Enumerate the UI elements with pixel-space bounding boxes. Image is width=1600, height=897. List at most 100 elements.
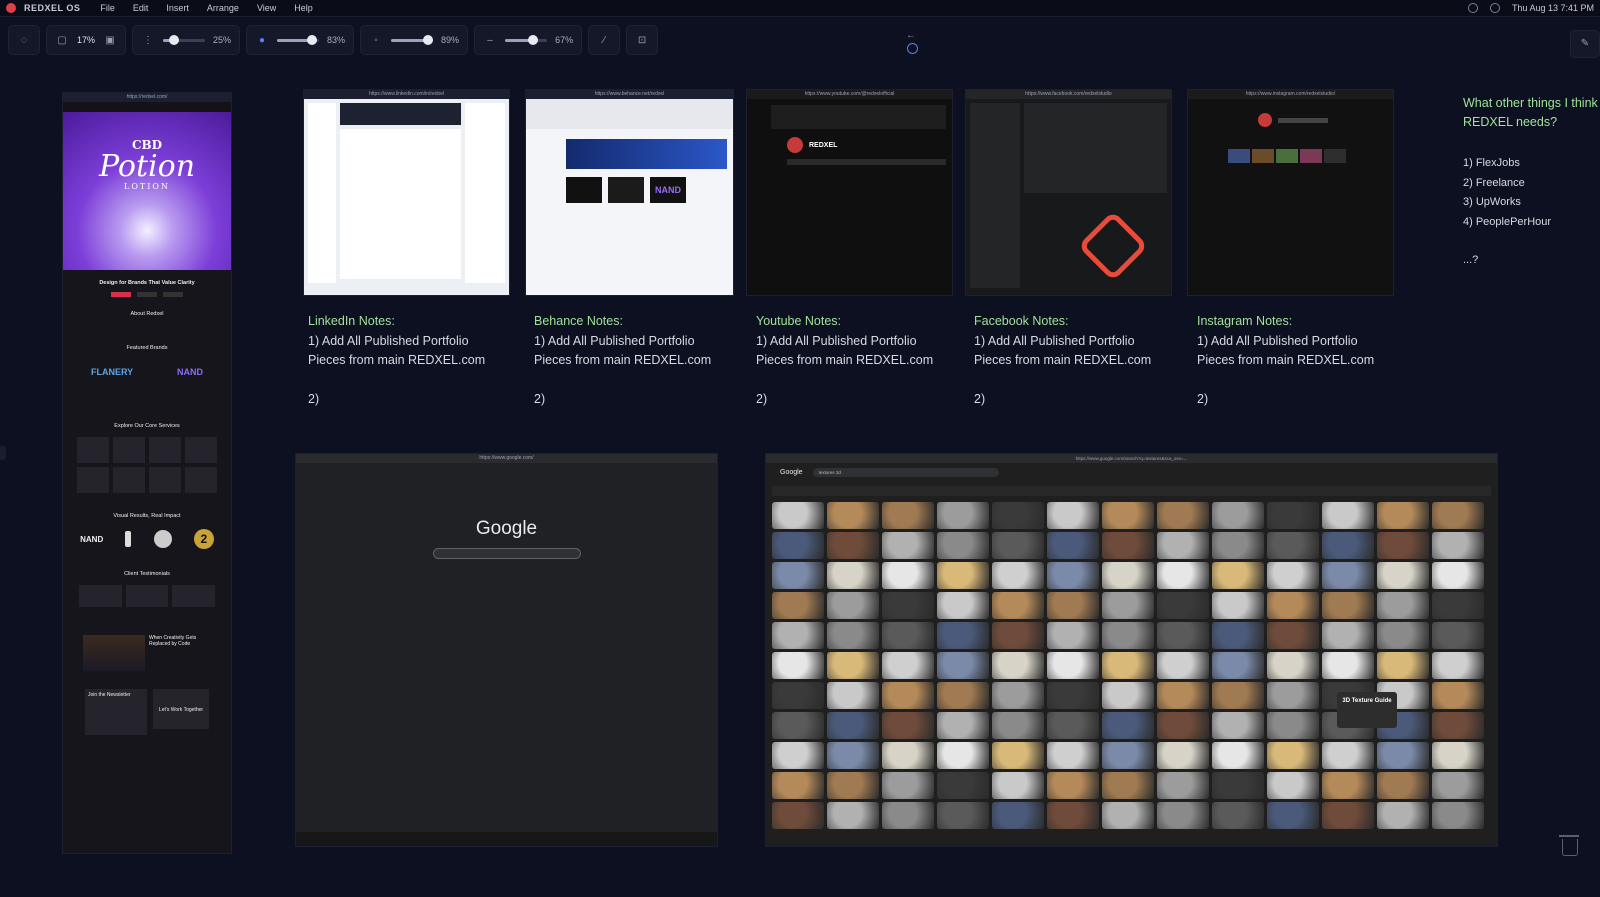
facebook-notes[interactable]: Facebook Notes: 1) Add All Published Por… xyxy=(974,312,1151,409)
instagram-post[interactable] xyxy=(1276,149,1298,163)
image-result-thumb[interactable] xyxy=(937,712,989,739)
image-result-thumb[interactable] xyxy=(1322,802,1374,829)
menu-edit[interactable]: Edit xyxy=(133,3,149,13)
image-result-thumb[interactable] xyxy=(1432,682,1484,709)
status-circle-icon[interactable] xyxy=(1467,3,1478,13)
image-result-thumb[interactable] xyxy=(882,562,934,589)
image-result-thumb[interactable] xyxy=(882,652,934,679)
image-result-thumb[interactable] xyxy=(827,562,879,589)
image-result-thumb[interactable] xyxy=(772,592,824,619)
hero-cta-button[interactable] xyxy=(111,292,131,297)
edit-pencil-icon[interactable]: ✎ xyxy=(1570,30,1600,58)
menu-arrange[interactable]: Arrange xyxy=(207,3,239,13)
image-result-thumb[interactable] xyxy=(1102,562,1154,589)
side-list[interactable]: 1) FlexJobs 2) Freelance 3) UpWorks 4) P… xyxy=(1463,154,1551,271)
image-result-thumb[interactable] xyxy=(827,802,879,829)
settings-ring-icon[interactable]: ◌ xyxy=(17,33,31,47)
image-result-thumb[interactable] xyxy=(1047,682,1099,709)
image-result-thumb[interactable] xyxy=(1047,502,1099,529)
image-result-thumb[interactable] xyxy=(992,562,1044,589)
image-result-thumb[interactable] xyxy=(1267,652,1319,679)
image-result-thumb[interactable] xyxy=(772,742,824,769)
image-result-thumb[interactable] xyxy=(937,742,989,769)
image-result-thumb[interactable] xyxy=(1377,592,1429,619)
image-result-thumb[interactable] xyxy=(827,742,879,769)
image-result-thumb[interactable] xyxy=(772,682,824,709)
menu-help[interactable]: Help xyxy=(294,3,313,13)
app-name[interactable]: REDXEL OS xyxy=(24,3,80,13)
image-result-thumb[interactable] xyxy=(1157,502,1209,529)
image-result-thumb[interactable] xyxy=(1377,802,1429,829)
work-together-card[interactable]: Let's Work Together xyxy=(153,689,209,729)
image-result-thumb[interactable] xyxy=(1102,532,1154,559)
linkedin-notes[interactable]: LinkedIn Notes: 1) Add All Published Por… xyxy=(308,312,485,409)
image-result-thumb[interactable] xyxy=(1157,622,1209,649)
hero-secondary-button[interactable] xyxy=(137,292,157,297)
linkedin-screenshot[interactable]: https://www.linkedin.com/in/redxel xyxy=(303,89,510,296)
google-search-box[interactable] xyxy=(432,548,581,559)
image-result-thumb[interactable] xyxy=(1102,502,1154,529)
image-result-thumb[interactable] xyxy=(992,802,1044,829)
image-result-thumb[interactable] xyxy=(1432,622,1484,649)
image-result-thumb[interactable] xyxy=(772,532,824,559)
image-result-thumb[interactable] xyxy=(1432,532,1484,559)
zoom-in-icon[interactable]: ▣ xyxy=(103,33,117,47)
image-result-thumb[interactable] xyxy=(1322,532,1374,559)
image-result-thumb[interactable] xyxy=(992,532,1044,559)
image-result-thumb[interactable] xyxy=(1047,802,1099,829)
facebook-screenshot[interactable]: https://www.facebook.com/redxelstudio xyxy=(965,89,1172,296)
image-result-thumb[interactable] xyxy=(882,592,934,619)
google-images-screenshot[interactable]: https://www.google.com/search?q=textures… xyxy=(765,453,1498,847)
image-result-thumb[interactable] xyxy=(937,562,989,589)
image-result-thumb[interactable] xyxy=(1212,532,1264,559)
image-result-thumb[interactable] xyxy=(937,802,989,829)
image-result-thumb[interactable] xyxy=(1267,622,1319,649)
image-result-thumb[interactable] xyxy=(882,772,934,799)
image-result-thumb[interactable] xyxy=(1432,502,1484,529)
behance-project[interactable] xyxy=(566,177,602,203)
google-home-screenshot[interactable]: https://www.google.com/ Google xyxy=(295,453,718,847)
service-card[interactable] xyxy=(113,467,145,493)
trash-icon[interactable] xyxy=(1559,835,1579,856)
image-result-thumb[interactable] xyxy=(1157,742,1209,769)
service-card[interactable] xyxy=(77,467,109,493)
image-result-thumb[interactable] xyxy=(882,622,934,649)
image-result-thumb[interactable] xyxy=(1047,592,1099,619)
image-result-thumb[interactable] xyxy=(1322,622,1374,649)
image-result-thumb[interactable] xyxy=(772,712,824,739)
image-result-thumb[interactable] xyxy=(937,592,989,619)
image-result-thumb[interactable] xyxy=(1157,712,1209,739)
image-result-thumb[interactable] xyxy=(1212,562,1264,589)
image-result-thumb[interactable] xyxy=(1212,622,1264,649)
image-result-thumb[interactable] xyxy=(1432,652,1484,679)
image-result-thumb[interactable] xyxy=(1267,772,1319,799)
image-result-thumb[interactable] xyxy=(1102,652,1154,679)
image-result-thumb[interactable] xyxy=(1322,652,1374,679)
image-result-thumb[interactable] xyxy=(1322,742,1374,769)
image-result-thumb[interactable] xyxy=(882,682,934,709)
image-result-thumb[interactable] xyxy=(827,652,879,679)
image-result-thumb[interactable] xyxy=(827,532,879,559)
image-result-thumb[interactable] xyxy=(1212,682,1264,709)
image-result-thumb[interactable] xyxy=(827,592,879,619)
instagram-post[interactable] xyxy=(1228,149,1250,163)
image-result-thumb[interactable] xyxy=(1212,652,1264,679)
image-result-thumb[interactable] xyxy=(1212,502,1264,529)
image-result-thumb[interactable] xyxy=(1047,532,1099,559)
image-result-thumb[interactable] xyxy=(827,502,879,529)
images-chip-row[interactable] xyxy=(772,486,1491,496)
image-result-thumb[interactable] xyxy=(1047,712,1099,739)
image-result-thumb[interactable] xyxy=(992,652,1044,679)
image-result-thumb[interactable] xyxy=(937,682,989,709)
image-result-thumb[interactable] xyxy=(1212,592,1264,619)
image-result-thumb[interactable] xyxy=(1377,502,1429,529)
image-result-thumb[interactable] xyxy=(1432,742,1484,769)
texture-guide-result[interactable]: 3D Texture Guide xyxy=(1337,692,1397,728)
image-result-thumb[interactable] xyxy=(992,622,1044,649)
image-result-thumb[interactable] xyxy=(1212,802,1264,829)
image-result-thumb[interactable] xyxy=(1157,682,1209,709)
image-result-thumb[interactable] xyxy=(1157,772,1209,799)
image-result-thumb[interactable] xyxy=(772,562,824,589)
image-result-thumb[interactable] xyxy=(1047,772,1099,799)
slider-2[interactable] xyxy=(277,34,320,45)
